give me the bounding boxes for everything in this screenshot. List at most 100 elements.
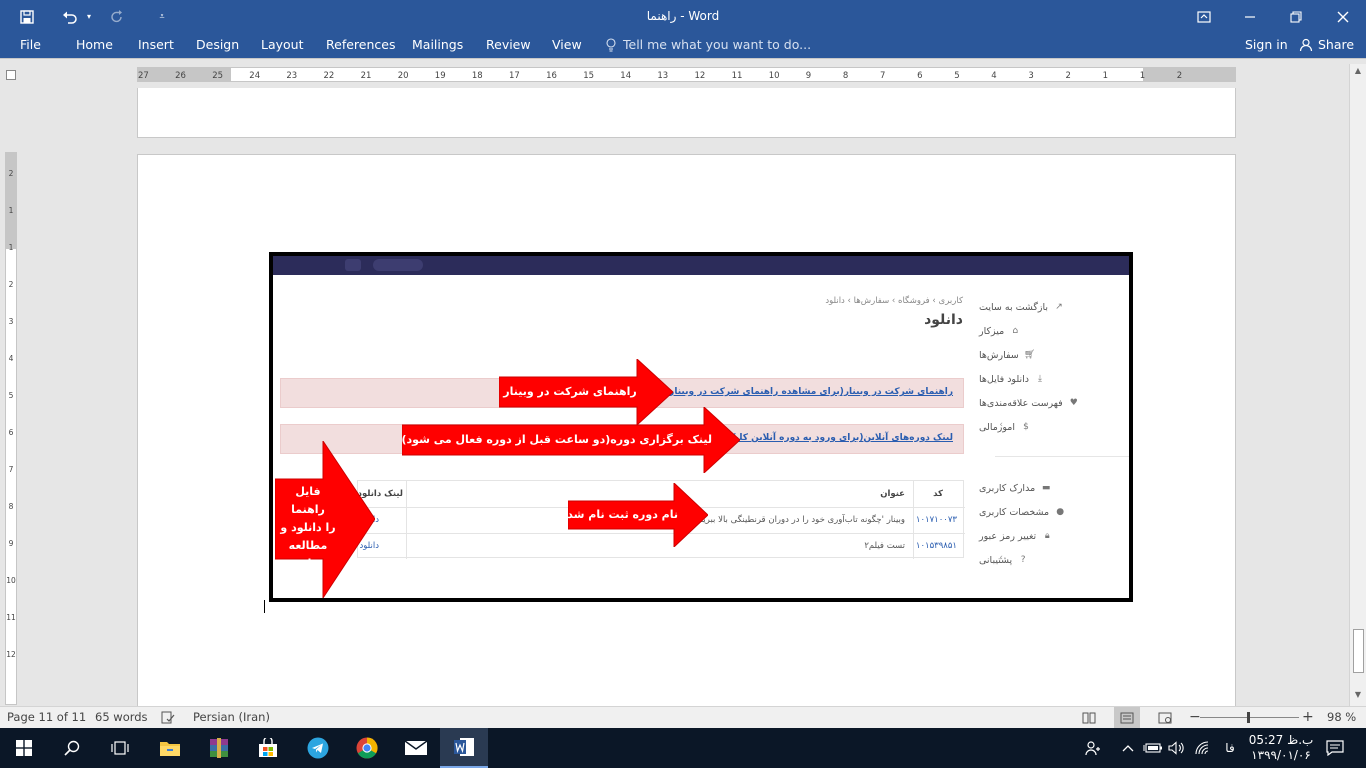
sidebar-item-label: تغییر رمز عبور: [979, 530, 1037, 542]
customize-qat-icon[interactable]: ⩡: [154, 0, 170, 33]
ruler-tick-label: 27: [138, 71, 149, 81]
callout-text: فایل راهنما را دانلود و مطالعه نمایید: [279, 483, 337, 573]
topbar-button: [345, 259, 361, 271]
ruler-tick-label: 7: [8, 465, 14, 474]
tab-references[interactable]: References: [326, 33, 395, 58]
ruler-tick-label: 9: [8, 539, 14, 548]
file-explorer-icon[interactable]: [146, 728, 194, 768]
ribbon-tabs: File Home Insert Design Layout Reference…: [0, 33, 1366, 58]
read-mode-icon[interactable]: [1082, 707, 1096, 729]
tab-view[interactable]: View: [552, 33, 582, 58]
zoom-thumb[interactable]: [1247, 712, 1250, 723]
volume-icon[interactable]: [1166, 728, 1188, 768]
chevron-left-icon[interactable]: ‹: [999, 553, 1003, 563]
undo-dropdown-icon[interactable]: ▾: [83, 0, 95, 33]
sidebar-divider: [995, 456, 1129, 457]
clock[interactable]: 05:27 ب.ظ ۱۳۹۹/۰۱/۰۶: [1248, 728, 1314, 768]
ruler-margin-top: [6, 153, 16, 249]
save-icon[interactable]: [14, 0, 40, 33]
embedded-screenshot[interactable]: ↗ بازگشت به سایت ⌂ میزکار 🛒︎ سفارش‌ها ⤓ …: [269, 252, 1133, 602]
sidebar-item-wishlist[interactable]: ♥ فهرست علاقه‌مندی‌ها: [979, 394, 1129, 412]
zoom-slider[interactable]: [1200, 707, 1299, 729]
share-button[interactable]: Share: [1318, 33, 1354, 58]
vertical-ruler[interactable]: 2 1 1 2 3 4 5 6 7 8 9 10 11 12: [5, 152, 17, 705]
ruler-tick-label: 9: [805, 71, 812, 81]
undo-icon[interactable]: [58, 0, 82, 33]
zoom-in-icon[interactable]: +: [1302, 707, 1314, 729]
tab-review[interactable]: Review: [486, 33, 531, 58]
language-indicator[interactable]: Persian (Iran): [193, 707, 270, 729]
ruler-tick-label: 21: [360, 71, 372, 81]
chevron-left-icon[interactable]: ‹: [999, 420, 1003, 430]
ruler-tick-label: 1: [1102, 71, 1109, 81]
print-layout-icon[interactable]: [1114, 707, 1140, 729]
callout-text: نام دوره ثبت نام شده: [560, 508, 678, 521]
zoom-level[interactable]: 98 %: [1327, 707, 1356, 729]
sign-in-link[interactable]: Sign in: [1245, 33, 1288, 58]
word-taskbar-icon[interactable]: [440, 728, 488, 768]
scroll-down-icon[interactable]: ▼: [1350, 690, 1366, 704]
document-canvas[interactable]: ↗ بازگشت به سایت ⌂ میزکار 🛒︎ سفارش‌ها ⤓ …: [20, 88, 1349, 706]
word-count[interactable]: 65 words: [95, 707, 148, 729]
horizontal-ruler[interactable]: 27 26 25 24 23 22 21 20 19 18 17 16 15 14 13 12 11 10 9 8 7 6…: [137, 67, 1236, 82]
tab-design[interactable]: Design: [196, 33, 239, 58]
external-link-icon: ↗: [1055, 302, 1063, 312]
home-icon: ⌂: [1012, 326, 1019, 336]
ruler-tick-label: 1: [8, 206, 14, 215]
sidebar-item-documents[interactable]: ▬ مدارک کاربری: [979, 479, 1129, 497]
store-icon[interactable]: [244, 728, 292, 768]
tab-home[interactable]: Home: [76, 33, 113, 58]
proofing-icon[interactable]: [161, 707, 175, 729]
ruler-tick-label: 14: [620, 71, 632, 81]
ruler-tick-label: 3: [8, 317, 14, 326]
action-center-icon[interactable]: [1320, 728, 1350, 768]
battery-icon[interactable]: [1142, 728, 1164, 768]
redo-icon[interactable]: [106, 0, 128, 33]
sidebar-item-label: امورمالی: [979, 421, 1016, 433]
page-count[interactable]: Page 11 of 11: [7, 707, 86, 729]
close-icon[interactable]: [1320, 0, 1366, 33]
windows-start-icon[interactable]: [0, 728, 48, 768]
restore-icon[interactable]: [1273, 0, 1319, 33]
wifi-icon[interactable]: [1191, 728, 1213, 768]
task-view-icon[interactable]: [96, 728, 144, 768]
tab-mailings[interactable]: Mailings: [412, 33, 463, 58]
search-icon[interactable]: [48, 728, 96, 768]
ruler-tick-label: 19: [434, 71, 446, 81]
scroll-up-icon[interactable]: ▲: [1350, 66, 1366, 80]
chrome-icon[interactable]: [343, 728, 391, 768]
tell-me-input[interactable]: Tell me what you want to do...: [623, 33, 811, 58]
tab-insert[interactable]: Insert: [138, 33, 174, 58]
chevron-up-icon[interactable]: [1118, 728, 1138, 768]
table-divider: [913, 481, 914, 559]
winrar-icon[interactable]: [195, 728, 243, 768]
status-bar: Page 11 of 11 65 words Persian (Iran) − …: [0, 706, 1366, 729]
sidebar-item-back-to-site[interactable]: ↗ بازگشت به سایت: [979, 298, 1129, 316]
tab-file[interactable]: File: [20, 33, 41, 58]
sidebar-item-profile[interactable]: ● مشخصات کاربری: [979, 503, 1129, 521]
clock-date: ۱۳۹۹/۰۱/۰۶: [1251, 748, 1311, 762]
telegram-icon[interactable]: [294, 728, 342, 768]
vertical-scrollbar[interactable]: ▲ ▼: [1349, 64, 1366, 706]
sidebar-item-orders[interactable]: 🛒︎ سفارش‌ها: [979, 346, 1129, 364]
share-icon[interactable]: [1299, 33, 1313, 58]
callout-line: فایل راهنما: [291, 485, 325, 516]
people-icon[interactable]: [1082, 728, 1104, 768]
zoom-out-icon[interactable]: −: [1189, 707, 1201, 729]
ruler-tick-label: 5: [8, 391, 14, 400]
scroll-thumb[interactable]: [1353, 629, 1364, 673]
ruler-tick-label: 2: [1065, 71, 1071, 81]
sidebar-item-change-password[interactable]: 🔒︎ تغییر رمز عبور: [979, 527, 1129, 545]
ruler-tick-label: 12: [6, 650, 16, 659]
web-layout-icon[interactable]: [1158, 707, 1172, 729]
sidebar-item-downloads[interactable]: ⤓ دانلود فایل‌ها: [979, 370, 1129, 388]
mail-icon[interactable]: [392, 728, 440, 768]
ruler-tick-label: 8: [8, 502, 14, 511]
tab-selector[interactable]: [6, 70, 16, 80]
input-language[interactable]: فا: [1218, 728, 1242, 768]
tab-layout[interactable]: Layout: [261, 33, 304, 58]
ribbon-display-icon[interactable]: [1181, 0, 1227, 33]
sidebar-item-dashboard[interactable]: ⌂ میزکار: [979, 322, 1129, 340]
minimize-icon[interactable]: [1227, 0, 1273, 33]
page-previous[interactable]: [137, 88, 1236, 138]
